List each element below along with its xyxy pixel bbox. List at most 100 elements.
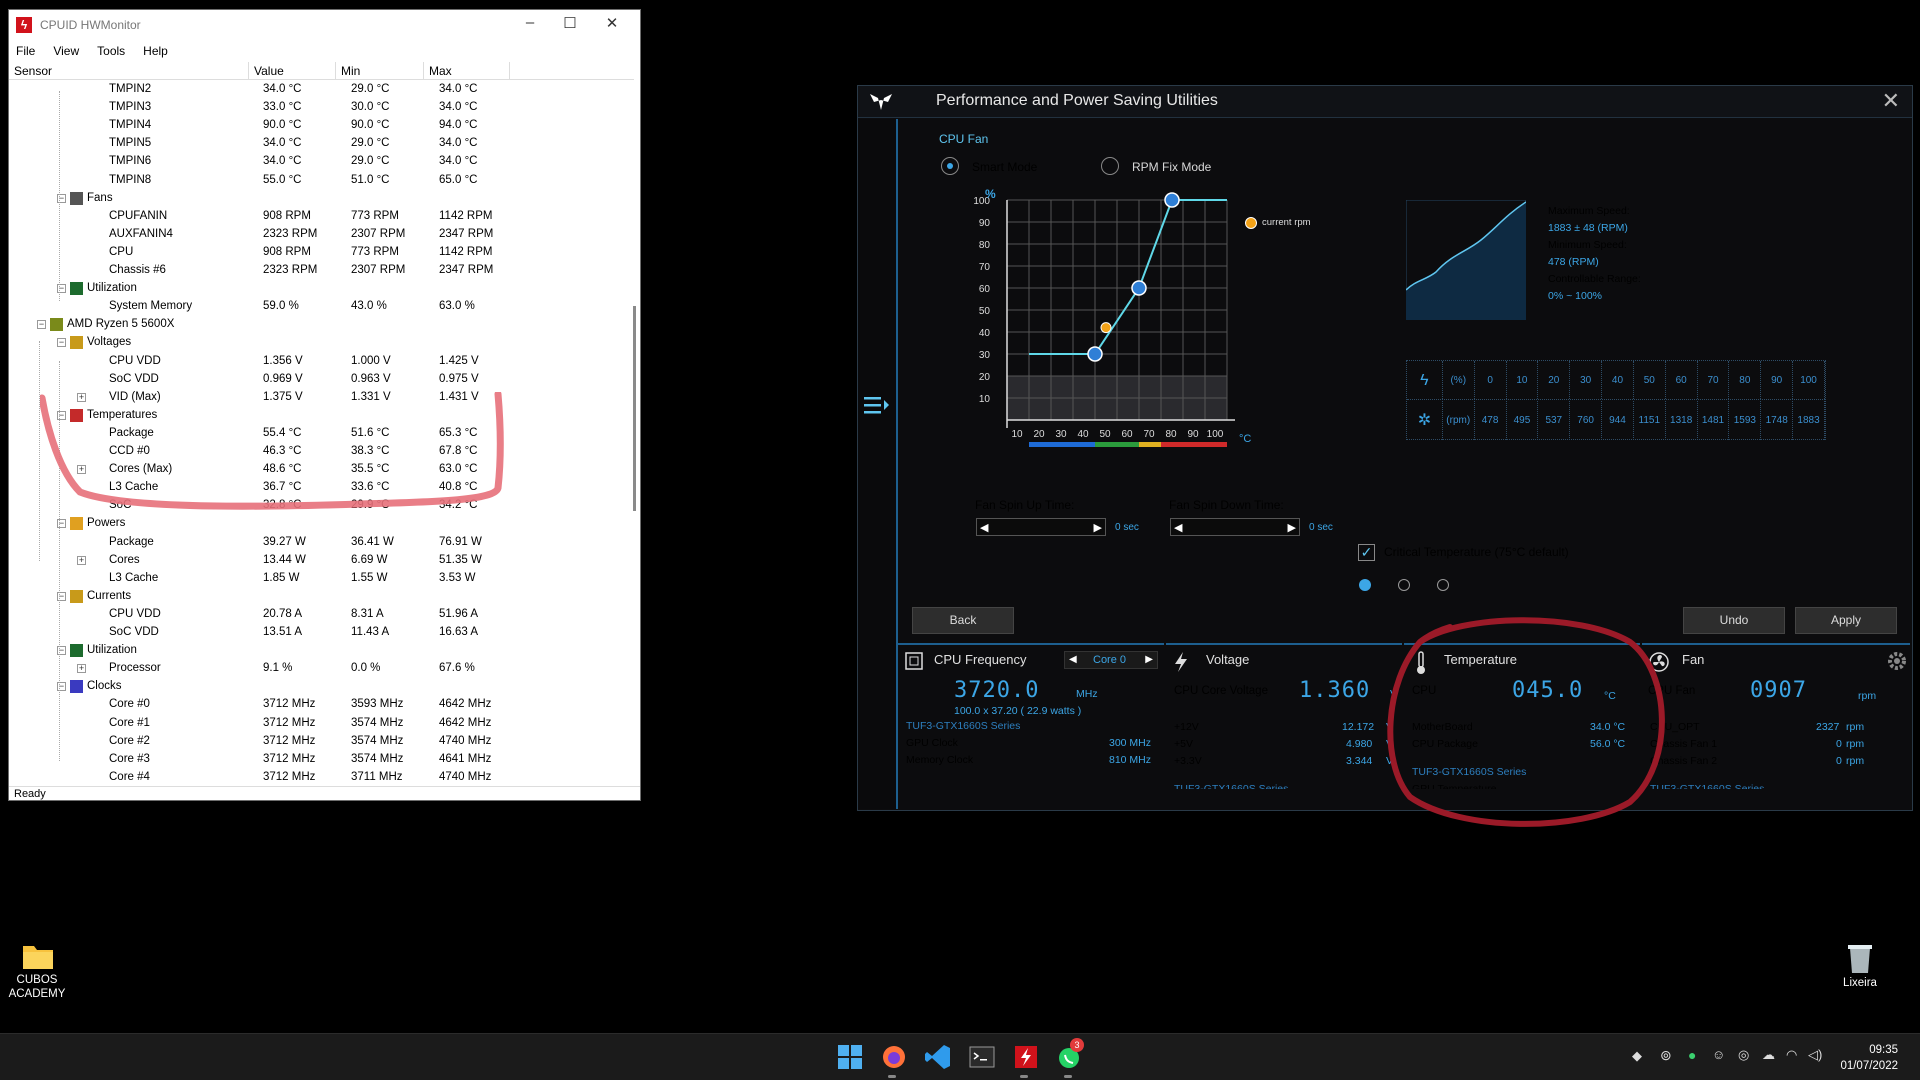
tree-row[interactable]: − Powers [9,515,629,533]
tree-row[interactable]: Core #1 3712 MHz 3574 MHz 4642 MHz [9,715,629,733]
apply-button[interactable]: Apply [1795,607,1897,634]
tree-row[interactable]: System Memory 59.0 % 43.0 % 63.0 % [9,298,629,316]
minimize-icon[interactable]: – [510,14,550,31]
tree-row[interactable]: CPU VDD 20.78 A 8.31 A 51.96 A [9,606,629,624]
tray-steam-icon[interactable]: ⊚ [1660,1047,1672,1064]
spin-up-left-arrow-icon[interactable]: ◀ [980,521,988,534]
menu-tools[interactable]: Tools [97,44,125,58]
spin-up-right-arrow-icon[interactable]: ▶ [1094,521,1102,534]
close-icon[interactable]: ✕ [592,14,632,32]
tree-row[interactable]: SoC VDD 0.969 V 0.963 V 0.975 V [9,371,629,389]
curve-control-point[interactable] [1131,280,1147,296]
firefox-icon[interactable] [880,1043,908,1071]
page-dot-2[interactable] [1398,579,1410,591]
tree-row[interactable]: Core #0 3712 MHz 3593 MHz 4642 MHz [9,696,629,714]
menu-view[interactable]: View [53,44,79,58]
tree-row[interactable]: − Utilization [9,642,629,660]
tray-spotify-icon[interactable]: ● [1688,1047,1696,1063]
critical-temp-checkbox[interactable]: ✓ [1358,544,1375,561]
spin-down-right-arrow-icon[interactable]: ▶ [1288,521,1296,534]
tree-row[interactable]: − Currents [9,588,629,606]
tree-row[interactable]: + Cores 13.44 W 6.69 W 51.35 W [9,552,629,570]
undo-button[interactable]: Undo [1683,607,1785,634]
col-value[interactable]: Value [249,62,336,80]
wifi-icon[interactable]: ◠ [1786,1047,1797,1063]
hwmonitor-taskbar-icon[interactable] [1012,1043,1040,1071]
temp-color-bar [1161,442,1227,447]
percent-cell: 30 [1570,361,1603,399]
tray-onedrive-icon[interactable]: ☁ [1762,1047,1775,1063]
core-select[interactable]: ◀ Core 0 ▶ [1064,651,1158,669]
tree-row[interactable]: Chassis #6 2323 RPM 2307 RPM 2347 RPM [9,262,629,280]
tree-row[interactable]: AUXFANIN4 2323 RPM 2307 RPM 2347 RPM [9,226,629,244]
tree-row[interactable]: TMPIN3 33.0 °C 30.0 °C 34.0 °C [9,99,629,117]
vscode-icon[interactable] [924,1043,952,1071]
tray-tuf-icon[interactable]: ◆ [1632,1048,1642,1064]
sensor-max: 51.35 W [439,553,482,566]
col-min[interactable]: Min [336,62,424,80]
spin-up-slider[interactable]: ◀ ▶ [976,518,1106,536]
expand-icon[interactable]: + [77,555,86,565]
tree-row[interactable]: TMPIN6 34.0 °C 29.0 °C 34.0 °C [9,153,629,171]
menu-expand-icon[interactable] [862,394,892,416]
clock[interactable]: 09:35 01/07/2022 [1836,1042,1898,1074]
tree-row[interactable]: Core #3 3712 MHz 3574 MHz 4641 MHz [9,751,629,769]
spin-down-slider[interactable]: ◀ ▶ [1170,518,1300,536]
collapse-icon[interactable]: − [37,320,46,330]
tree-row[interactable]: Core #2 3712 MHz 3574 MHz 4740 MHz [9,733,629,751]
tree-row[interactable]: TMPIN8 55.0 °C 51.0 °C 65.0 °C [9,172,629,190]
vertical-scrollbar[interactable] [631,81,637,790]
terminal-icon[interactable] [968,1043,996,1071]
menu-help[interactable]: Help [143,44,168,58]
tree-row[interactable]: L3 Cache 1.85 W 1.55 W 3.53 W [9,570,629,588]
tree-row[interactable]: CPU 908 RPM 773 RPM 1142 RPM [9,244,629,262]
volume-icon[interactable]: ◁) [1808,1047,1822,1063]
page-dot-1[interactable] [1359,579,1371,591]
fan-curve-chart[interactable]: 10090807060504030201010 20 30 40 50 60 70 80 90 1… [960,185,1260,465]
windows-start-icon[interactable] [836,1043,864,1071]
smart-mode-radio[interactable] [941,157,959,175]
scrollbar-thumb[interactable] [633,306,636,511]
sensor-max: 67.6 % [439,662,475,675]
curve-control-point[interactable] [1087,346,1103,362]
back-button[interactable]: Back [912,607,1014,634]
tray-discord-icon[interactable]: ☺ [1712,1047,1725,1062]
sensor-value: 90.0 °C [263,119,302,132]
menu-file[interactable]: File [16,44,35,58]
critical-temp-label[interactable]: Critical Temperature (75°C default) [1384,545,1569,559]
desktop-recycle-bin[interactable]: Lixeira [1838,942,1882,989]
col-sensor[interactable]: Sensor [9,62,249,80]
collapse-icon[interactable]: − [57,338,66,348]
rpm-fix-mode-radio[interactable] [1101,157,1119,175]
spin-down-left-arrow-icon[interactable]: ◀ [1174,521,1182,534]
tree-row[interactable]: + Processor 9.1 % 0.0 % 67.6 % [9,660,629,678]
sensor-name: AMD Ryzen 5 5600X [67,318,175,331]
tree-row[interactable]: − Clocks [9,678,629,696]
expand-icon[interactable]: + [77,664,86,674]
tree-row[interactable]: SoC VDD 13.51 A 11.43 A 16.63 A [9,624,629,642]
curve-control-point[interactable] [1164,192,1180,208]
tree-row[interactable]: TMPIN4 90.0 °C 90.0 °C 94.0 °C [9,117,629,135]
col-max[interactable]: Max [424,62,510,80]
smart-mode-label[interactable]: Smart Mode [972,160,1037,174]
asus-titlebar[interactable]: Performance and Power Saving Utilities ✕ [858,86,1912,118]
tree-row[interactable]: − Voltages [9,334,629,352]
desktop-folder-cubos[interactable]: CUBOS ACADEMY [8,942,68,1001]
core-prev-icon[interactable]: ◀ [1069,654,1077,665]
tree-row[interactable]: Package 39.27 W 36.41 W 76.91 W [9,534,629,552]
hwmonitor-titlebar[interactable]: ϟ CPUID HWMonitor – ☐ ✕ [9,10,640,40]
tree-row[interactable]: TMPIN5 34.0 °C 29.0 °C 34.0 °C [9,135,629,153]
page-dot-3[interactable] [1437,579,1449,591]
asus-close-icon[interactable]: ✕ [1882,88,1900,114]
maximize-icon[interactable]: ☐ [550,14,590,32]
tree-row[interactable]: − Fans [9,190,629,208]
tree-row[interactable]: Core #4 3712 MHz 3711 MHz 4740 MHz [9,769,629,787]
tree-row[interactable]: CPUFANIN 908 RPM 773 RPM 1142 RPM [9,208,629,226]
tree-row[interactable]: TMPIN2 34.0 °C 29.0 °C 34.0 °C [9,81,629,99]
tree-row[interactable]: − Utilization [9,280,629,298]
core-next-icon[interactable]: ▶ [1145,654,1153,665]
tray-network-icon[interactable]: ◎ [1738,1047,1749,1063]
rpm-fix-mode-label[interactable]: RPM Fix Mode [1132,160,1211,174]
tree-row[interactable]: − AMD Ryzen 5 5600X [9,316,629,334]
tree-row[interactable]: CPU VDD 1.356 V 1.000 V 1.425 V [9,353,629,371]
